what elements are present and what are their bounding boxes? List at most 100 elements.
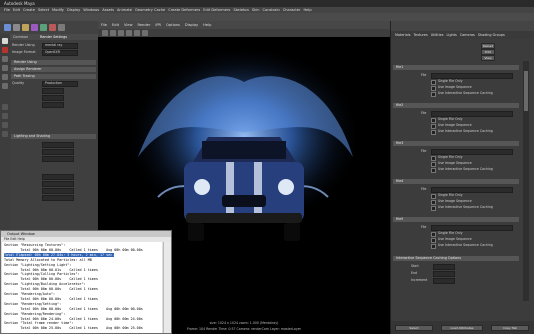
caching-end-field[interactable] — [433, 271, 455, 277]
tab-cameras[interactable]: Cameras — [460, 31, 475, 39]
render-menu-view[interactable]: View — [124, 21, 133, 29]
file-node-header[interactable]: file1 — [393, 65, 519, 70]
lasso-tool-icon[interactable] — [2, 47, 8, 53]
layout-outliner-icon[interactable] — [2, 131, 8, 137]
log-line: Total 00h 00m 00.00s Called 1 times Avg … — [4, 306, 143, 311]
checkbox[interactable] — [431, 168, 436, 173]
caching-end-label: End — [411, 271, 418, 275]
attr-numeric-field[interactable] — [42, 142, 74, 148]
render-menu-help[interactable]: Help — [203, 21, 211, 29]
move-tool-icon[interactable] — [2, 56, 8, 62]
checkbox-label: Use Interactive Sequence Caching — [438, 91, 493, 95]
shelf-settings-icon[interactable] — [49, 24, 56, 31]
attr-numeric-field[interactable] — [42, 174, 74, 180]
checkbox-label: Single File Only — [438, 231, 463, 235]
tab-utilities[interactable]: Utilities — [431, 31, 444, 39]
log-line: Section "Rendering/Setting": — [4, 301, 62, 306]
panel-scroll-thumb[interactable] — [524, 71, 528, 111]
log-line: Total 00h 00m 00.00s Called 1 times Avg … — [4, 247, 143, 252]
checkbox[interactable] — [431, 238, 436, 243]
file-node-header[interactable]: file3 — [393, 141, 519, 146]
file-node-header[interactable]: file4 — [393, 179, 519, 184]
attr-numeric-field[interactable] — [42, 149, 74, 155]
section-assign-renderer[interactable]: Assign Renderer — [11, 67, 96, 72]
checkbox[interactable] — [431, 118, 436, 123]
snapshot-icon[interactable] — [134, 30, 140, 36]
checkbox-label: Use Image Sequence — [438, 123, 472, 127]
caching-increment-field[interactable] — [433, 278, 455, 284]
region-render-icon[interactable] — [126, 30, 132, 36]
select-button[interactable]: Select — [395, 325, 433, 331]
caching-start-field[interactable] — [433, 264, 455, 270]
render-menu-options[interactable]: Options — [166, 21, 180, 29]
shelf-render-icon[interactable] — [31, 24, 38, 31]
load-attributes-button[interactable]: Load Attributes — [441, 325, 483, 331]
attr-numeric-field[interactable] — [42, 181, 74, 187]
attr-numeric-field[interactable] — [42, 95, 64, 101]
checkbox-label: Use Image Sequence — [438, 85, 472, 89]
checkbox[interactable] — [431, 130, 436, 135]
attr-numeric-field[interactable] — [42, 88, 64, 94]
refresh-icon[interactable] — [118, 30, 124, 36]
render-using-field[interactable]: mental ray — [42, 43, 78, 49]
render-menu-render[interactable]: Render — [138, 21, 151, 29]
file-node-header[interactable]: file5 — [393, 217, 519, 222]
shelf-ipr-icon[interactable] — [40, 24, 47, 31]
layout-four-icon[interactable] — [2, 113, 8, 119]
output-log[interactable]: Section "Resourcing Textures": Total 00h… — [2, 242, 162, 333]
tab-render-settings[interactable]: Render Settings — [40, 34, 67, 40]
checkbox-label: Use Interactive Sequence Caching — [438, 205, 493, 209]
render-menu-display[interactable]: Display — [185, 21, 198, 29]
attr-numeric-field[interactable] — [42, 156, 74, 162]
checkbox[interactable] — [431, 244, 436, 249]
tab-lights[interactable]: Lights — [447, 31, 457, 39]
file-node-header[interactable]: file2 — [393, 103, 519, 108]
output-scrollbar[interactable] — [163, 242, 171, 333]
tab-shading-groups[interactable]: Shading Groups — [478, 31, 505, 39]
attr-numeric-field[interactable] — [42, 195, 74, 201]
shelf-sphere-icon[interactable] — [13, 24, 20, 31]
checkbox[interactable] — [431, 124, 436, 129]
tab-textures[interactable]: Textures — [414, 31, 428, 39]
tab-materials[interactable]: Materials — [395, 31, 411, 39]
section-render-using[interactable]: Render Using — [11, 60, 96, 65]
shelf-cube-icon[interactable] — [4, 24, 11, 31]
layout-two-icon[interactable] — [2, 122, 8, 128]
shelf-light-icon[interactable] — [22, 24, 29, 31]
checkbox[interactable] — [431, 92, 436, 97]
rotate-tool-icon[interactable] — [2, 65, 8, 71]
view-button[interactable]: View — [481, 55, 495, 61]
render-menu-file[interactable]: File — [101, 21, 107, 29]
checkbox[interactable] — [431, 200, 436, 205]
checkbox[interactable] — [431, 232, 436, 237]
hypershade-tabs: Materials Textures Utilities Lights Cameras S… — [391, 31, 534, 39]
shelf-camera-icon[interactable] — [58, 24, 65, 31]
keep-image-icon[interactable] — [142, 30, 148, 36]
checkbox[interactable] — [431, 162, 436, 167]
copy-tab-button[interactable]: Copy Tab — [491, 325, 529, 331]
scale-tool-icon[interactable] — [2, 74, 8, 80]
checkbox[interactable] — [431, 206, 436, 211]
attr-numeric-field[interactable] — [42, 102, 64, 108]
quality-field[interactable]: Production — [42, 81, 78, 87]
checkbox[interactable] — [431, 156, 436, 161]
checkbox-label: Use Image Sequence — [438, 199, 472, 203]
render-menu-ipr[interactable]: IPR — [155, 21, 161, 29]
section-lighting-shading[interactable]: Lighting and Shading — [11, 134, 96, 139]
attr-numeric-field[interactable] — [42, 188, 74, 194]
checkbox[interactable] — [431, 86, 436, 91]
checkbox-label: Single File Only — [438, 193, 463, 197]
checkbox[interactable] — [431, 80, 436, 85]
caching-section-header[interactable]: Interactive Sequence Caching Options — [393, 256, 519, 261]
manipulator-tool-icon[interactable] — [2, 83, 8, 89]
section-path-tracing[interactable]: Path Tracing — [11, 74, 96, 79]
image-format-field[interactable]: OpenEXR — [42, 50, 78, 56]
attr-field-label: Image Format — [12, 50, 36, 54]
ipr-render-icon[interactable] — [110, 30, 116, 36]
redo-render-icon[interactable] — [102, 30, 108, 36]
checkbox[interactable] — [431, 194, 436, 199]
render-menu-edit[interactable]: Edit — [112, 21, 119, 29]
select-tool-icon[interactable] — [2, 38, 8, 44]
tab-common[interactable]: Common — [13, 34, 28, 40]
layout-single-icon[interactable] — [2, 104, 8, 110]
